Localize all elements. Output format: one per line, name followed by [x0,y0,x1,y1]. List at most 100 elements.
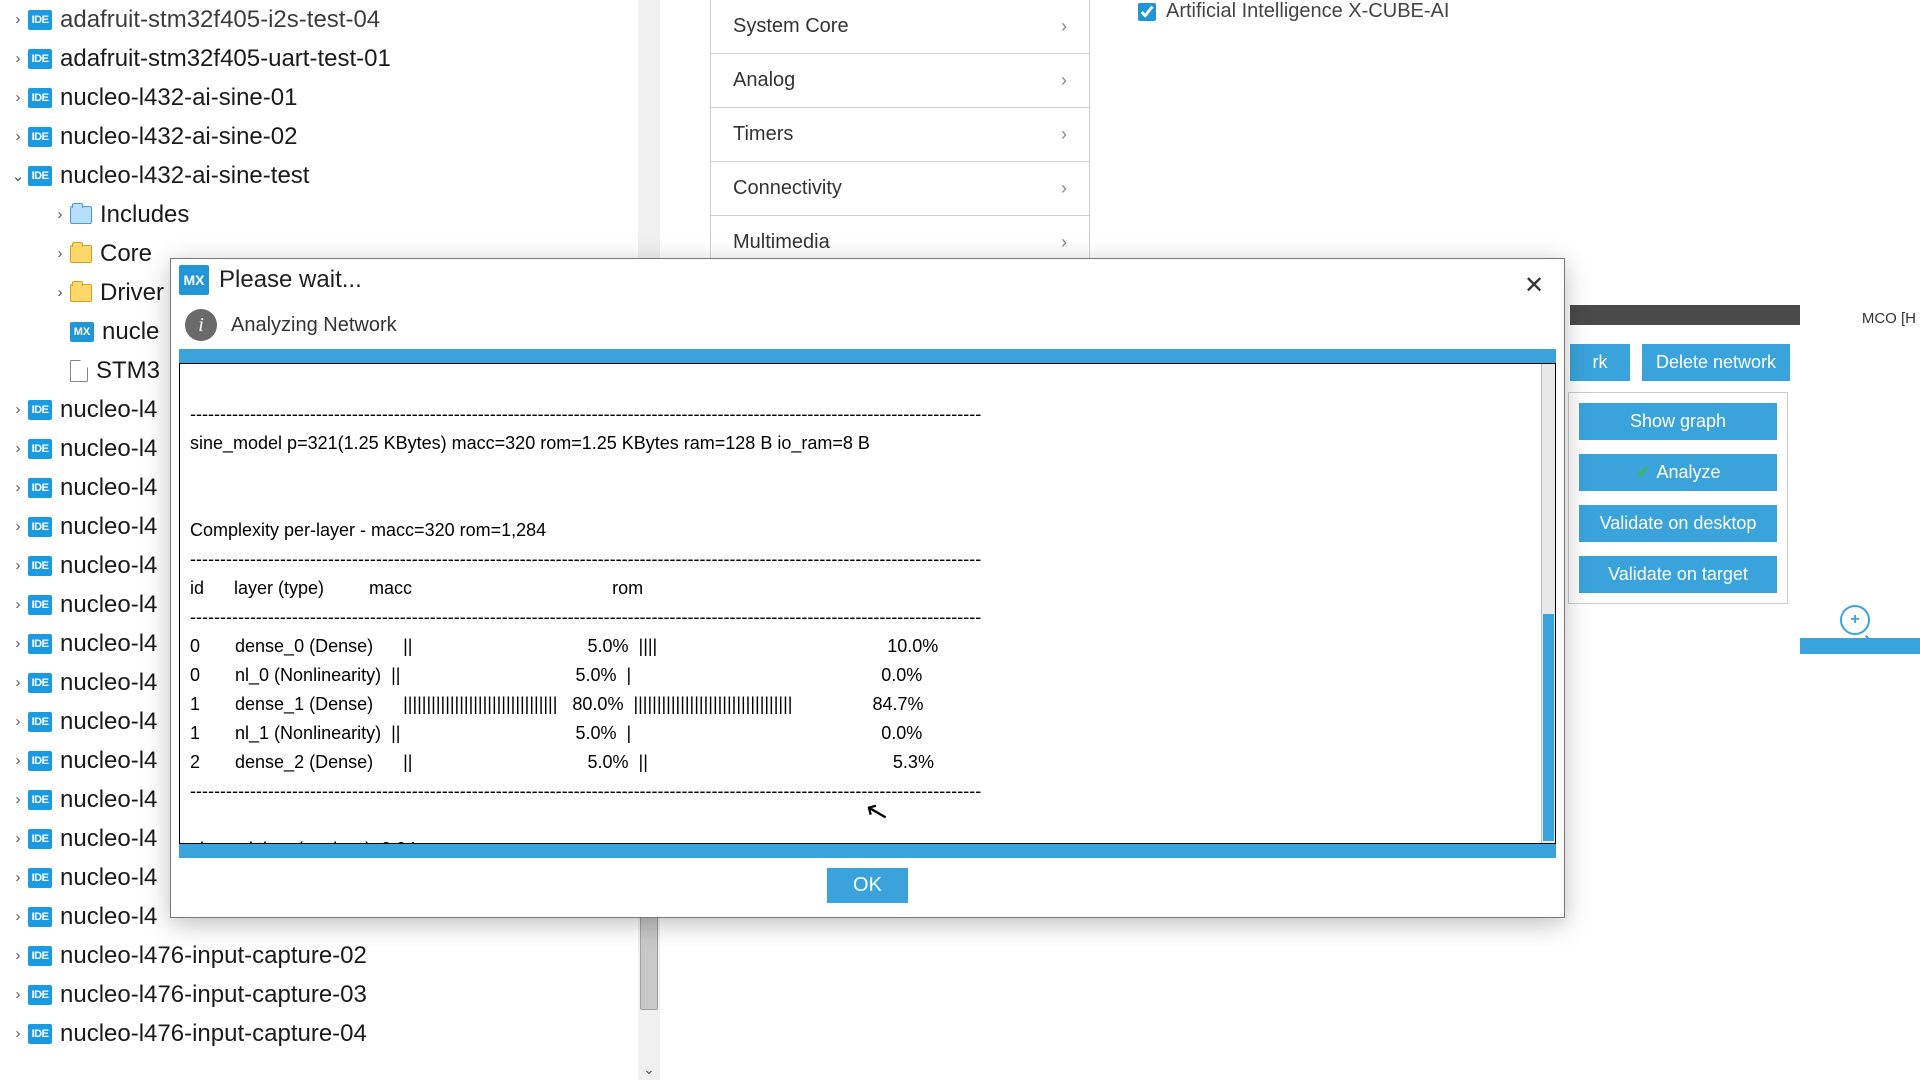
chevron-icon[interactable]: › [8,713,28,730]
chevron-icon[interactable]: › [8,50,28,67]
chevron-icon[interactable]: › [8,635,28,652]
console-scroll-thumb[interactable] [1543,614,1554,841]
category-row[interactable]: System Core › [711,0,1089,54]
zoom-in-icon[interactable] [1840,605,1870,635]
delete-network-button[interactable]: Delete network [1642,344,1790,381]
info-icon: i [185,309,217,341]
ide-icon: IDE [28,907,52,927]
chevron-icon[interactable]: › [8,479,28,496]
chevron-icon[interactable]: › [8,830,28,847]
tree-item-label: nucleo-l476-input-capture-02 [60,942,367,970]
ide-icon: IDE [28,673,52,693]
chevron-icon[interactable]: › [8,518,28,535]
tree-item[interactable]: ⌄IDEnucleo-l432-ai-sine-test [0,156,660,195]
ok-button[interactable]: OK [827,868,908,903]
ide-icon: IDE [28,439,52,459]
tree-item-label: nucleo-l4 [60,669,157,697]
chevron-icon[interactable]: › [8,596,28,613]
chevron-icon[interactable]: › [8,11,28,28]
tree-item-label: nucleo-l4 [60,552,157,580]
analyze-label: Analyze [1657,462,1721,483]
dialog-subtitle-row: i Analyzing Network [171,305,1564,349]
ide-icon: IDE [28,1024,52,1044]
tree-item-label: nucleo-l476-input-capture-03 [60,981,367,1009]
tree-item-label: nucleo-l4 [60,708,157,736]
category-label: System Core [733,15,849,38]
analysis-output: ----------------------------------------… [179,363,1556,844]
includes-folder-icon [70,206,92,224]
chevron-icon[interactable]: › [8,791,28,808]
chevron-right-icon: › [1061,232,1067,253]
tree-item-label: STM3 [96,357,160,385]
tree-item-label: adafruit-stm32f405-i2s-test-04 [60,6,380,34]
tree-item[interactable]: ›IDEnucleo-l432-ai-sine-02 [0,117,660,156]
close-icon[interactable]: ✕ [1518,269,1550,301]
tree-item-label: nucleo-l432-ai-sine-01 [60,84,297,112]
chevron-icon[interactable]: › [8,752,28,769]
ide-icon: IDE [28,868,52,888]
category-label: Analog [733,69,795,92]
chevron-icon[interactable]: › [8,908,28,925]
chevron-icon[interactable]: › [8,128,28,145]
mx-icon: MX [70,322,94,342]
category-row[interactable]: Analog› [711,54,1089,108]
ide-icon: IDE [28,985,52,1005]
tree-item-label: nucleo-l4 [60,864,157,892]
category-label: Multimedia [733,231,830,254]
category-row[interactable]: Connectivity › [711,162,1089,216]
chevron-icon[interactable]: › [8,869,28,886]
analyze-button[interactable]: Analyze [1579,454,1777,491]
category-panel: System Core›Analog›Timers›Connectivity›M… [710,0,1090,270]
category-label: Connectivity [733,177,842,200]
tree-item[interactable]: ›IDE adafruit-stm32f405-uart-test-01 [0,39,660,78]
tree-item-label: nucleo-l4 [60,630,157,658]
chevron-icon[interactable]: › [8,440,28,457]
validate-target-button[interactable]: Validate on target [1579,556,1777,593]
tree-item[interactable]: ›IDEnucleo-l476-input-capture-04 [0,1014,660,1053]
chevron-icon[interactable]: › [8,89,28,106]
tree-item[interactable]: ›IDE nucleo-l476-input-capture-03 [0,975,660,1014]
zoom-slider[interactable] [1800,638,1920,654]
tree-item[interactable]: ›IDEadafruit-stm32f405-i2s-test-04 [0,0,660,39]
chevron-right-icon: › [1061,124,1067,145]
chevron-icon[interactable]: › [8,947,28,964]
tree-item[interactable]: ›IDE nucleo-l476-input-capture-02 [0,936,660,975]
chevron-icon[interactable]: ⌄ [8,167,28,185]
pack-checkbox[interactable] [1138,3,1156,21]
tree-item-label: nucleo-l4 [60,591,157,619]
tree-item-label: Core [100,240,152,268]
ide-icon: IDE [28,712,52,732]
mx-icon: MX [179,265,209,295]
tree-item-label: adafruit-stm32f405-uart-test-01 [60,45,391,73]
chevron-icon[interactable]: › [50,245,70,262]
tree-item-label: nucleo-l4 [60,435,157,463]
tree-item-label: nucleo-l4 [60,903,157,931]
chevron-icon[interactable]: › [8,401,28,418]
chevron-icon[interactable]: › [8,557,28,574]
category-row[interactable]: Timers › [711,108,1089,162]
ide-icon: IDE [28,400,52,420]
tree-item[interactable]: ›IDE nucleo-l432-ai-sine-01 [0,78,660,117]
chevron-icon[interactable]: › [8,986,28,1003]
mco-pin-label: MCO [H [1862,310,1916,327]
ide-icon: IDE [28,946,52,966]
tree-item-label: nucle [102,318,159,346]
network-button-partial[interactable]: rk [1570,344,1630,381]
console-scrollbar[interactable] [1541,364,1555,843]
chevron-icon[interactable]: › [8,674,28,691]
progress-bar-top [179,349,1556,363]
validate-desktop-button[interactable]: Validate on desktop [1579,505,1777,542]
ide-icon: IDE [28,751,52,771]
ide-icon: IDE [28,49,52,69]
scroll-down-icon[interactable]: ⌄ [638,1058,660,1080]
category-label: Timers [733,123,793,146]
chevron-right-icon: › [1061,16,1067,37]
chevron-icon[interactable]: › [50,284,70,301]
chevron-icon[interactable]: › [50,206,70,223]
ide-icon: IDE [28,517,52,537]
chevron-right-icon: › [1061,178,1067,199]
chevron-icon[interactable]: › [8,1025,28,1042]
show-graph-button[interactable]: Show graph [1579,403,1777,440]
tree-item[interactable]: ›Includes [0,195,660,234]
ide-icon: IDE [28,88,52,108]
